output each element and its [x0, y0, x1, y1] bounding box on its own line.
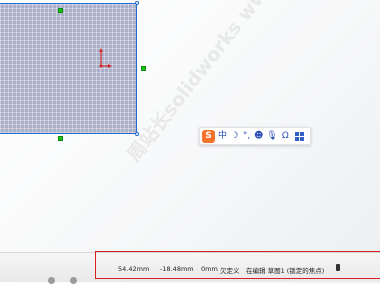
grid-menu-icon[interactable]	[294, 131, 304, 141]
ime-toolbar[interactable]: S 中 ☽ °, ☻ 🎙 Ω	[199, 127, 311, 145]
status-editing: 在编辑 草图1 (锁定的焦点)	[246, 267, 325, 275]
sogou-logo-icon[interactable]: S	[202, 129, 215, 143]
status-y-coordinate: -18.48mm	[160, 265, 194, 273]
moon-icon[interactable]: ☽	[230, 130, 239, 143]
status-z-coordinate: 0mm	[201, 265, 218, 273]
taskbar-icon[interactable]	[70, 277, 77, 284]
microphone-icon[interactable]: 🎙	[266, 130, 277, 143]
midpoint-handle-right[interactable]	[141, 66, 146, 71]
headset-icon[interactable]: Ω	[281, 130, 290, 143]
sketch-origin-icon	[99, 48, 112, 68]
graphics-area[interactable]: 周站长solidworks www.zzzsolidworks.com S 中 …	[0, 0, 380, 252]
midpoint-handle-top[interactable]	[58, 8, 63, 13]
corner-point[interactable]	[135, 1, 139, 5]
status-definition: 欠定义	[220, 267, 240, 275]
corner-point[interactable]	[135, 132, 139, 136]
emoji-icon[interactable]: ☻	[254, 130, 263, 143]
taskbar-icon[interactable]	[48, 277, 55, 284]
status-x-coordinate: 54.42mm	[118, 265, 150, 273]
lock-icon[interactable]	[336, 264, 340, 271]
punctuation-icon[interactable]: °,	[242, 130, 251, 143]
midpoint-handle-bottom[interactable]	[58, 136, 63, 141]
sketch-rectangle[interactable]	[0, 3, 137, 134]
ime-chinese-mode[interactable]: 中	[218, 130, 227, 143]
